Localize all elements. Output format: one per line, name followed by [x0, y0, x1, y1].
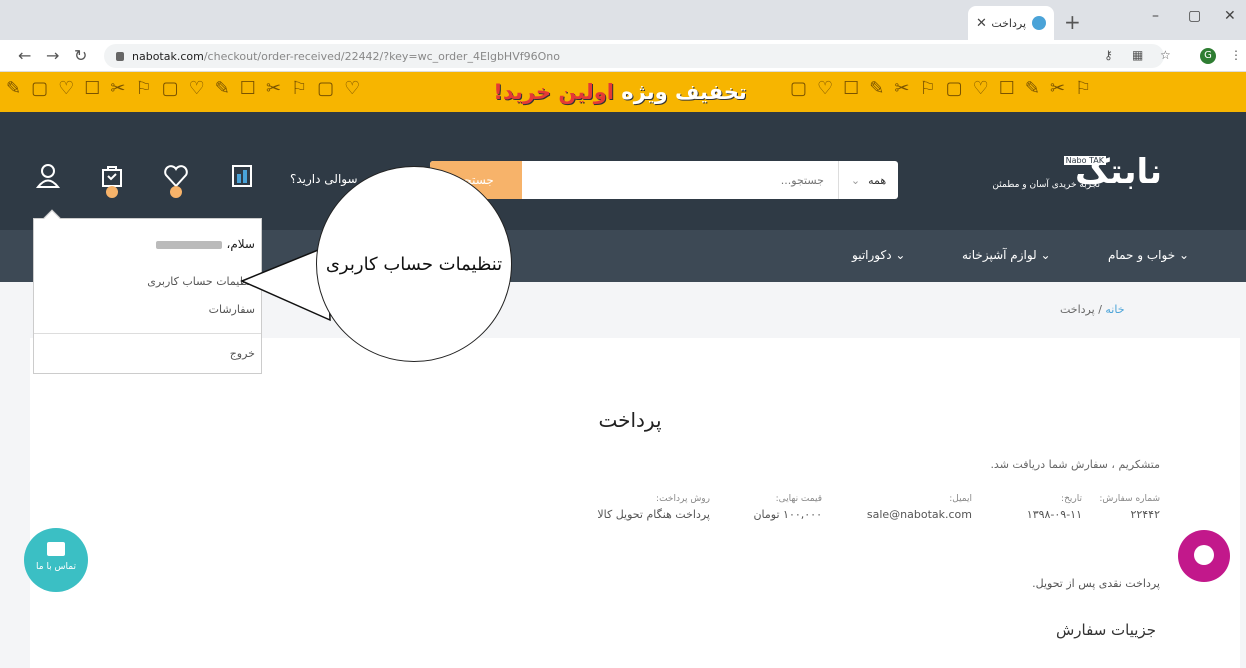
callout-pointer [240, 244, 331, 322]
callout-text: تنظیمات حساب کاربری [325, 253, 503, 275]
callout-magnifier: تنظیمات حساب کاربری [316, 166, 512, 362]
contact-us-chat-button[interactable]: تماس با ما [24, 528, 88, 592]
chat-widget-icon [1194, 545, 1214, 565]
support-chat-button[interactable] [1178, 530, 1230, 582]
contact-us-label: تماس با ما [36, 562, 76, 572]
screen: پرداخت ✕ + – ▢ ✕ ← → ↻ nabotak.com/check… [0, 0, 1246, 668]
chat-bubble-icon [47, 542, 65, 556]
